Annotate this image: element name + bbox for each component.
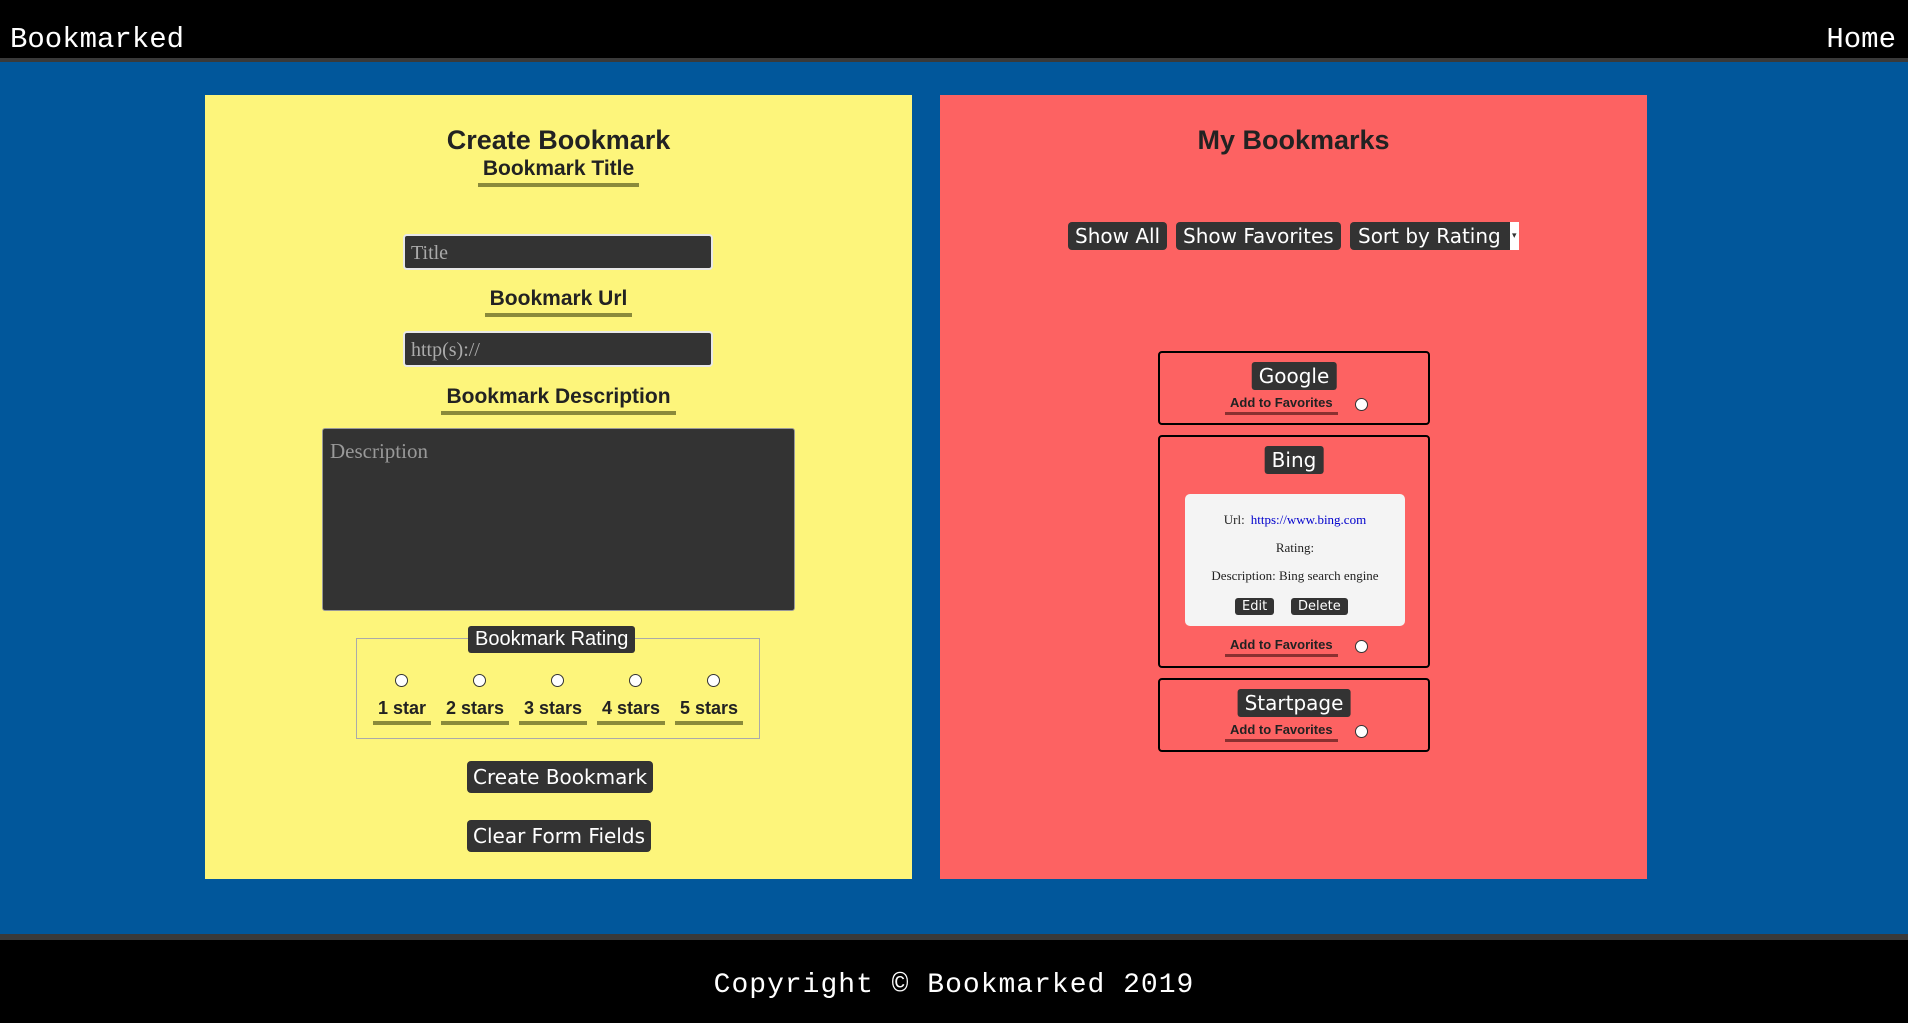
rating-line: Rating:	[1185, 540, 1405, 556]
title-label: Bookmark Title	[477, 157, 640, 187]
rating-label-2[interactable]: 2 stars	[441, 698, 510, 725]
description-label-wrap: Bookmark Description	[205, 385, 912, 415]
rating-radio-1[interactable]	[395, 674, 408, 687]
description-label: Description:	[1211, 568, 1276, 583]
bookmark-card-bing: Bing Url: https://www.bing.com Rating: De…	[1158, 435, 1430, 668]
description-line: Description: Bing search engine	[1185, 568, 1405, 584]
add-favorites-label[interactable]: Add to Favorites	[1225, 395, 1338, 415]
rating-label-4[interactable]: 4 stars	[597, 698, 666, 725]
clear-form-button[interactable]: Clear Form Fields	[467, 820, 651, 852]
list-panel-title: My Bookmarks	[1197, 125, 1390, 155]
delete-button[interactable]: Delete	[1291, 598, 1348, 615]
rating-radio-4[interactable]	[629, 674, 642, 687]
top-nav-bar: Bookmarked Home	[0, 0, 1908, 62]
rating-label-1[interactable]: 1 star	[373, 698, 432, 725]
bookmark-card-google: Google Add to Favorites	[1158, 351, 1430, 425]
url-label-wrap: Bookmark Url	[205, 287, 912, 317]
rating-radio-3[interactable]	[551, 674, 564, 687]
create-bookmark-panel: Create Bookmark Bookmark Title Title Boo…	[205, 95, 912, 879]
url-line: Url: https://www.bing.com	[1185, 512, 1405, 528]
brand-title: Bookmarked	[10, 23, 185, 56]
url-label: Url:	[1223, 512, 1245, 527]
show-all-button[interactable]: Show All	[1068, 222, 1168, 250]
create-bookmark-button[interactable]: Create Bookmark	[467, 761, 654, 793]
sort-select-value: Sort by Rating	[1358, 224, 1501, 248]
description-textarea[interactable]: Description	[322, 428, 795, 611]
create-panel-title: Create Bookmark	[446, 125, 671, 155]
home-link[interactable]: Home	[1826, 24, 1896, 56]
my-bookmarks-panel: My Bookmarks Show All Show Favorites Sor…	[940, 95, 1647, 879]
bookmark-title[interactable]: Startpage	[1237, 689, 1351, 717]
url-input[interactable]: http(s)://	[403, 331, 713, 367]
title-input[interactable]: Title	[403, 234, 713, 270]
show-favorites-button[interactable]: Show Favorites	[1176, 222, 1341, 250]
chevron-down-icon: ▾	[1509, 222, 1519, 250]
rating-label: Rating:	[1275, 540, 1315, 555]
copyright-text: Copyright © Bookmarked 2019	[713, 970, 1195, 1001]
bookmark-title[interactable]: Bing	[1264, 446, 1324, 474]
bookmark-url-link[interactable]: https://www.bing.com	[1251, 512, 1366, 527]
edit-button[interactable]: Edit	[1235, 598, 1275, 615]
rating-radio-2[interactable]	[473, 674, 486, 687]
bookmark-card-startpage: Startpage Add to Favorites	[1158, 678, 1430, 752]
footer: Copyright © Bookmarked 2019	[0, 934, 1908, 1023]
add-favorites-label[interactable]: Add to Favorites	[1225, 722, 1338, 742]
favorite-radio[interactable]	[1355, 725, 1368, 738]
favorite-radio[interactable]	[1355, 398, 1368, 411]
rating-label-5[interactable]: 5 stars	[675, 698, 744, 725]
add-favorites-label[interactable]: Add to Favorites	[1225, 637, 1338, 657]
description-value: Bing search engine	[1278, 568, 1379, 583]
url-label: Bookmark Url	[484, 287, 633, 317]
sort-select[interactable]: Sort by Rating ▾	[1350, 222, 1519, 250]
bookmark-details: Url: https://www.bing.com Rating: Descrip…	[1185, 494, 1405, 626]
bookmark-title[interactable]: Google	[1251, 362, 1337, 390]
rating-radio-5[interactable]	[707, 674, 720, 687]
rating-label-3[interactable]: 3 stars	[519, 698, 588, 725]
title-label-wrap: Bookmark Title	[205, 157, 912, 187]
favorite-radio[interactable]	[1355, 640, 1368, 653]
description-label: Bookmark Description	[441, 385, 676, 415]
rating-legend: Bookmark Rating	[468, 626, 636, 653]
